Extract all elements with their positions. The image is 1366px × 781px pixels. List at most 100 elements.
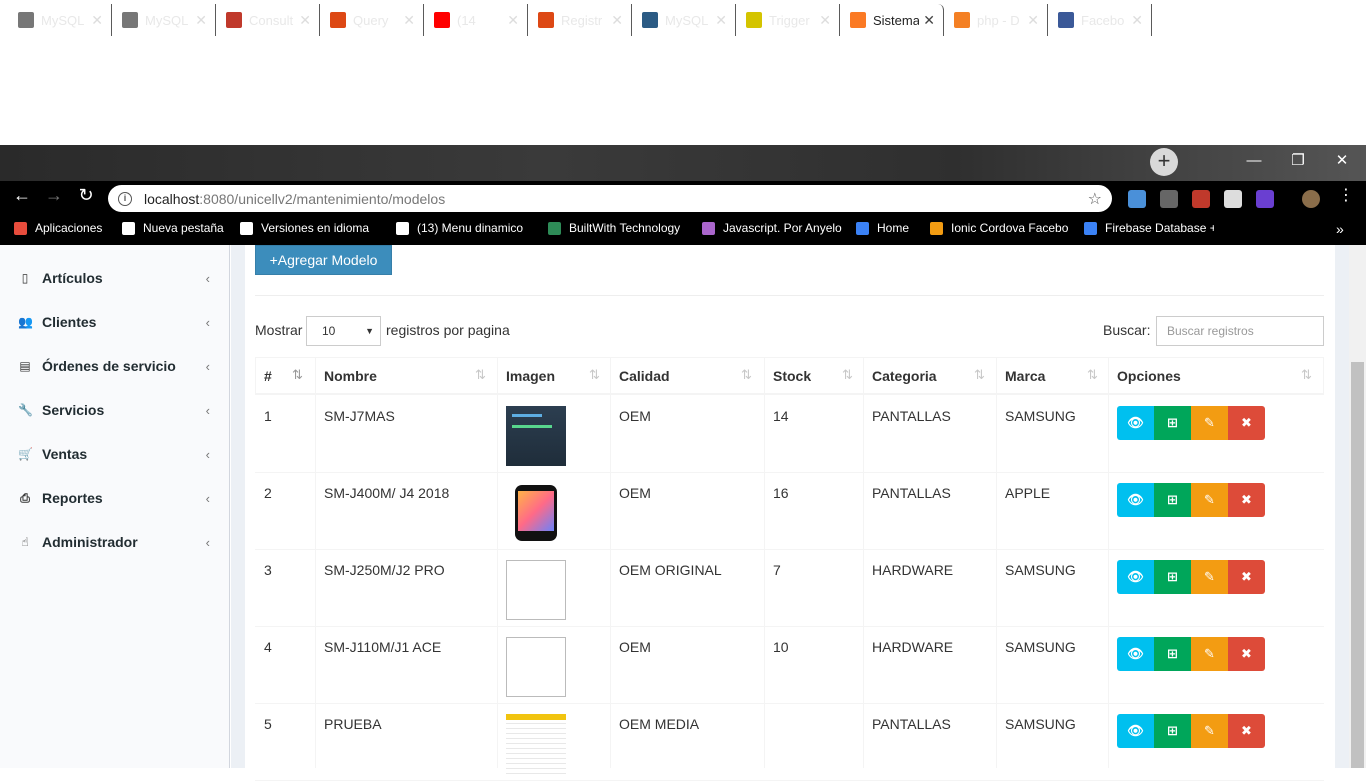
- sort-icon[interactable]: ⇅: [1301, 367, 1312, 383]
- sidebar-item[interactable]: 🔧 Servicios ‹: [0, 388, 230, 432]
- bookmark-item[interactable]: Home: [856, 221, 920, 235]
- view-button[interactable]: 👁: [1117, 406, 1154, 440]
- bookmark-star-icon[interactable]: ☆: [1088, 189, 1102, 209]
- bookmark-item[interactable]: Ionic Cordova Facebo: [930, 221, 1070, 235]
- cube-extension-icon[interactable]: [1224, 190, 1242, 208]
- delete-button[interactable]: ✖: [1228, 560, 1265, 594]
- column-header[interactable]: Opciones: [1117, 368, 1181, 384]
- bookmark-item[interactable]: Versiones en idioma: [240, 221, 380, 235]
- browser-tab[interactable]: MySQL ✕: [632, 4, 736, 36]
- sidebar-item[interactable]: ▯ Artículos ‹: [0, 256, 230, 300]
- close-tab-icon[interactable]: ✕: [507, 12, 519, 29]
- edit-button[interactable]: ✎: [1191, 483, 1228, 517]
- extension-icon[interactable]: [1128, 190, 1146, 208]
- close-tab-icon[interactable]: ✕: [819, 12, 831, 29]
- browser-tab[interactable]: MySQL ✕: [112, 4, 216, 36]
- reload-icon[interactable]: ↻: [74, 185, 98, 206]
- edit-button[interactable]: ✎: [1191, 637, 1228, 671]
- browser-tab[interactable]: Registr ✕: [528, 4, 632, 36]
- close-tab-icon[interactable]: ✕: [91, 12, 103, 29]
- delete-button[interactable]: ✖: [1228, 406, 1265, 440]
- bookmark-item[interactable]: (13) Menu dinamico: [396, 221, 536, 235]
- browser-tab[interactable]: Query ✕: [320, 4, 424, 36]
- menu-dots-icon[interactable]: ⋮: [1334, 185, 1358, 205]
- column-header[interactable]: Nombre: [324, 368, 377, 384]
- bookmark-item[interactable]: Firebase Database +: [1084, 221, 1214, 235]
- bookmark-item[interactable]: Javascript. Por Anyelo: [702, 221, 842, 235]
- close-tab-icon[interactable]: ✕: [1027, 12, 1039, 29]
- scrollbar-thumb[interactable]: [1351, 362, 1364, 768]
- sort-icon[interactable]: ⇅: [741, 367, 752, 383]
- bookmark-item[interactable]: BuiltWith Technology: [548, 221, 688, 235]
- extension-icon[interactable]: [1192, 190, 1210, 208]
- tab-title: MySQL: [665, 12, 709, 28]
- add-button[interactable]: ⊞: [1154, 714, 1191, 748]
- sidebar-item[interactable]: 🛒 Ventas ‹: [0, 432, 230, 476]
- profile-avatar[interactable]: [1302, 190, 1320, 208]
- forward-icon[interactable]: →: [42, 185, 66, 206]
- address-bar[interactable]: i localhost:8080/unicellv2/mantenimiento…: [108, 185, 1112, 212]
- add-button[interactable]: ⊞: [1154, 483, 1191, 517]
- view-button[interactable]: 👁: [1117, 637, 1154, 671]
- add-model-button[interactable]: +Agregar Modelo: [255, 245, 392, 275]
- browser-tab[interactable]: (14 ✕: [424, 4, 528, 36]
- sort-icon[interactable]: ⇅: [292, 367, 303, 383]
- view-button[interactable]: 👁: [1117, 560, 1154, 594]
- delete-button[interactable]: ✖: [1228, 637, 1265, 671]
- column-header[interactable]: Imagen: [506, 368, 555, 384]
- column-header[interactable]: Stock: [773, 368, 811, 384]
- extension-icon[interactable]: [1256, 190, 1274, 208]
- sort-icon[interactable]: ⇅: [842, 367, 853, 383]
- search-input[interactable]: [1156, 316, 1324, 346]
- bookmark-item[interactable]: Aplicaciones: [14, 221, 114, 235]
- more-bookmarks-icon[interactable]: »: [1336, 221, 1344, 237]
- delete-button[interactable]: ✖: [1228, 483, 1265, 517]
- new-tab-button[interactable]: +: [1150, 148, 1178, 176]
- sidebar-item[interactable]: ⎙ Reportes ‹: [0, 476, 230, 520]
- sidebar-item[interactable]: 👥 Clientes ‹: [0, 300, 230, 344]
- column-header[interactable]: Categoria: [872, 368, 937, 384]
- column-header[interactable]: Calidad: [619, 368, 670, 384]
- info-icon[interactable]: i: [118, 191, 132, 206]
- browser-tab[interactable]: MySQL ✕: [8, 4, 112, 36]
- add-button[interactable]: ⊞: [1154, 637, 1191, 671]
- sort-icon[interactable]: ⇅: [974, 367, 985, 383]
- cell-stock: 10: [773, 639, 789, 655]
- browser-tab[interactable]: Facebo ✕: [1048, 4, 1152, 36]
- column-header[interactable]: #: [264, 368, 272, 384]
- sidebar-item[interactable]: ☝ Administrador ‹: [0, 520, 230, 564]
- close-tab-icon[interactable]: ✕: [715, 12, 727, 29]
- browser-tab[interactable]: Trigger ✕: [736, 4, 840, 36]
- sort-icon[interactable]: ⇅: [475, 367, 486, 383]
- close-tab-icon[interactable]: ✕: [403, 12, 415, 29]
- browser-tab[interactable]: Consult ✕: [216, 4, 320, 36]
- edit-button[interactable]: ✎: [1191, 406, 1228, 440]
- sidebar-item[interactable]: ▤ Órdenes de servicio ‹: [0, 344, 230, 388]
- column-header[interactable]: Marca: [1005, 368, 1045, 384]
- close-tab-icon[interactable]: ✕: [923, 12, 935, 29]
- browser-tab[interactable]: php - D ✕: [944, 4, 1048, 36]
- tab-title: php - D: [977, 12, 1020, 28]
- page-size-select[interactable]: 10 ▼: [306, 316, 381, 346]
- view-button[interactable]: 👁: [1117, 714, 1154, 748]
- minimize-button[interactable]: —: [1232, 147, 1276, 175]
- restore-button[interactable]: ❐: [1276, 147, 1320, 175]
- add-button[interactable]: ⊞: [1154, 560, 1191, 594]
- add-button[interactable]: ⊞: [1154, 406, 1191, 440]
- sort-icon[interactable]: ⇅: [1087, 367, 1098, 383]
- browser-tab[interactable]: Sistema ✕: [840, 4, 944, 36]
- close-tab-icon[interactable]: ✕: [1131, 12, 1143, 29]
- close-tab-icon[interactable]: ✕: [299, 12, 311, 29]
- close-window-button[interactable]: ✕: [1320, 147, 1364, 175]
- bookmark-item[interactable]: Nueva pestaña: [122, 221, 232, 235]
- edit-button[interactable]: ✎: [1191, 560, 1228, 594]
- view-button[interactable]: 👁: [1117, 483, 1154, 517]
- close-tab-icon[interactable]: ✕: [611, 12, 623, 29]
- close-tab-icon[interactable]: ✕: [195, 12, 207, 29]
- edit-button[interactable]: ✎: [1191, 714, 1228, 748]
- back-icon[interactable]: ←: [10, 185, 34, 206]
- pen-extension-icon[interactable]: [1160, 190, 1178, 208]
- delete-button[interactable]: ✖: [1228, 714, 1265, 748]
- bookmark-label: Ionic Cordova Facebo: [951, 221, 1069, 235]
- sort-icon[interactable]: ⇅: [589, 367, 600, 383]
